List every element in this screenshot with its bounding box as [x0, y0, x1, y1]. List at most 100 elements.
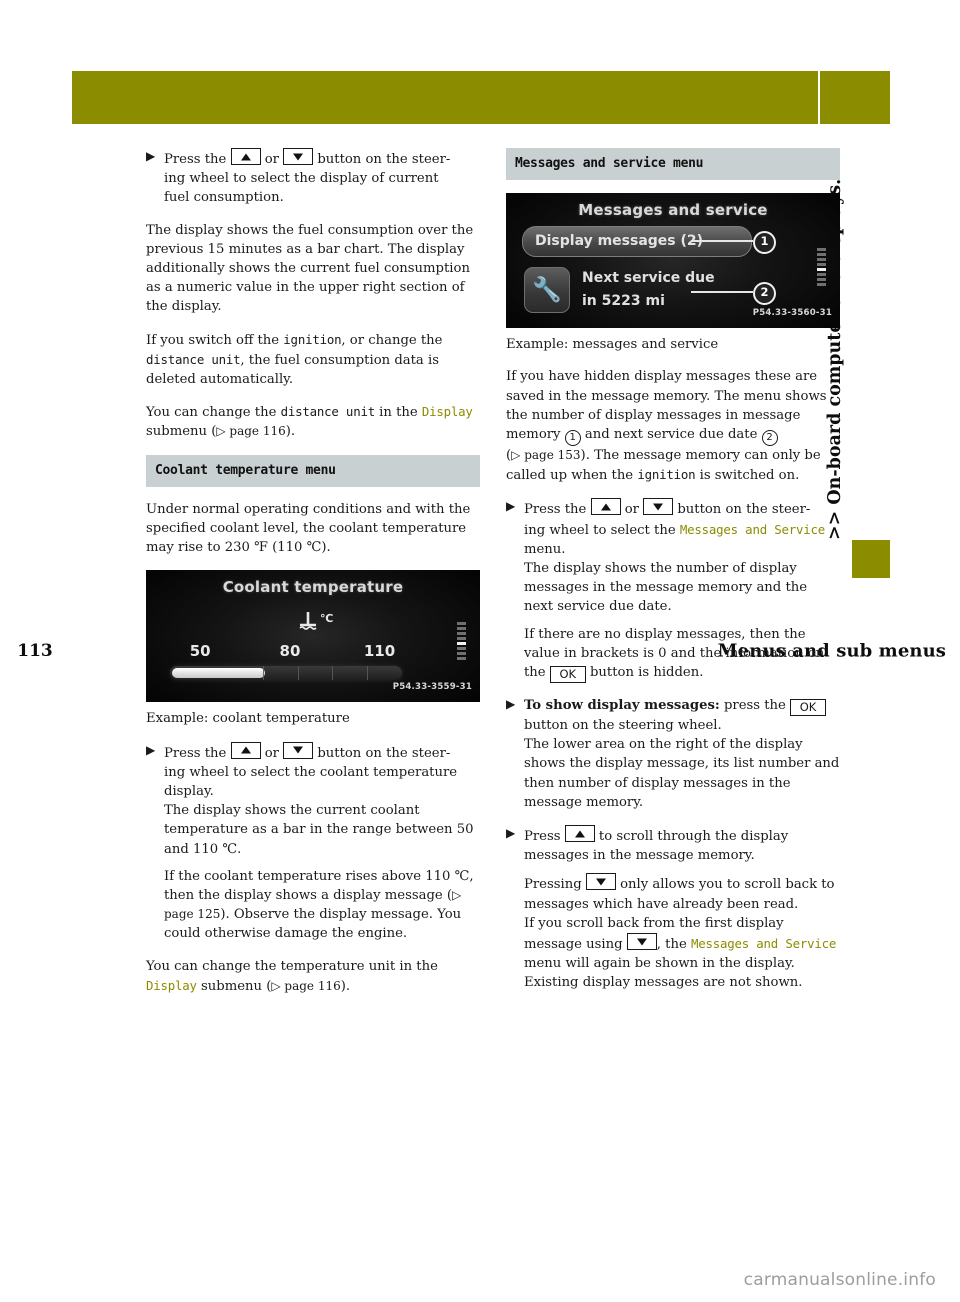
indicator-segment [817, 248, 826, 252]
page-number: 113 [17, 641, 53, 661]
indicator-segment [457, 637, 466, 641]
step-text-part1: press the [719, 698, 791, 714]
text-fragment: in the [374, 405, 422, 421]
indicator-segment [457, 622, 466, 626]
scale-label-50: 50 [189, 642, 211, 661]
right-column: Messages and service menu Messages and s… [506, 148, 840, 1006]
page-reference-116-b[interactable]: ▷ page 116 [271, 979, 340, 993]
section-heading-messages: Messages and service menu [506, 148, 840, 181]
scale-label-80: 80 [279, 642, 301, 661]
page-reference-153[interactable]: ▷ page 153 [511, 448, 580, 462]
indicator-segment [457, 647, 466, 651]
highlight-messages-and-service-2: Messages and Service [690, 936, 837, 952]
highlight-messages-and-service: Messages and Service [679, 521, 826, 537]
mono-ignition-2: ignition [637, 467, 696, 483]
indicator-segment [817, 283, 826, 287]
indicator-segment-active [817, 268, 826, 272]
step-text-line3: fuel consumption. [164, 190, 284, 206]
step-substep-lower-area: The lower area on the right of the displ… [524, 737, 840, 810]
step-scroll-messages: ▶ Press to scroll through the display me… [506, 825, 840, 993]
highlight-display-submenu-2: Display [146, 977, 197, 993]
text-fragment: If the coolant temperature rises above 1… [164, 868, 474, 904]
coolant-tick [297, 666, 299, 681]
step-substep-scroll-back: If you scroll back from the first displa… [524, 914, 840, 993]
text-fragment: menu. [524, 541, 566, 557]
indicator-segment [457, 632, 466, 636]
text-fragment: , the [656, 937, 691, 953]
step-substep-overheat: If the coolant temperature rises above 1… [164, 867, 480, 944]
left-column: ▶ Press the or button on the steer- ing … [146, 148, 480, 1009]
figure-code-coolant: P54.33-3559-31 [392, 682, 472, 693]
arrow-down-key-icon [283, 741, 314, 759]
text-fragment: You can change the temperature unit in t… [146, 958, 438, 974]
text-fragment: You can change the [146, 405, 281, 421]
paragraph-change-distance-unit: You can change the distance unit in the … [146, 402, 480, 441]
step-text-part2: button on the steer- [313, 152, 451, 167]
step-bullet-icon: ▶ [146, 149, 156, 163]
figure-coolant-title: Coolant temperature [222, 578, 404, 597]
step-fuel-consumption: ▶ Press the or button on the steer- ing … [146, 148, 480, 208]
step-bullet-icon: ▶ [506, 826, 516, 841]
coolant-tick [332, 666, 334, 681]
step-text-part1: Press the [524, 502, 591, 518]
step-text-or: or [620, 502, 644, 518]
step-text-part1: Press the [164, 152, 231, 167]
step-text-part2: button on the steering wheel. [524, 718, 722, 734]
indicator-segment [457, 657, 466, 661]
arrow-up-key-icon [230, 741, 261, 759]
step-coolant-display: ▶ Press the or button on the steer- ing … [146, 741, 480, 944]
figure-code-messages: P54.33-3560-31 [752, 308, 832, 318]
step-substep-bar-range: The display shows the current coolant te… [164, 803, 474, 857]
step-text-or: or [260, 745, 284, 761]
paragraph-hidden-messages: If you have hidden display messages thes… [506, 367, 840, 485]
arrow-up-key-icon [590, 498, 621, 516]
arrow-up-key-icon [230, 148, 261, 165]
display-messages-label: Display messages (2) [535, 233, 704, 250]
caption-messages: Example: messages and service [506, 337, 719, 353]
indicator-segment [817, 263, 826, 267]
page-reference-116[interactable]: ▷ page 116 [216, 424, 285, 438]
coolant-scale-labels: 50 80 110 [168, 642, 440, 661]
text-fragment: ). [285, 424, 296, 440]
arrow-up-key-icon [564, 825, 595, 843]
paragraph-coolant-normal: Under normal operating conditions and wi… [146, 501, 471, 556]
mono-distance-unit: distance unit [146, 351, 241, 367]
step-substep-no-messages: If there are no display messages, then t… [524, 625, 840, 684]
step-bullet-icon: ▶ [506, 697, 516, 712]
step-lead-bold: To show display messages: [524, 698, 720, 714]
text-fragment: Pressing [524, 877, 586, 893]
text-fragment: submenu ( [196, 978, 272, 994]
arrow-down-key-icon [626, 933, 657, 951]
text-fragment: If you switch off the [146, 332, 284, 348]
figure-coolant-temperature: Coolant temperature ℃ 50 80 110 P54.33-3… [146, 570, 480, 703]
callout-leader-line [691, 291, 753, 293]
paragraph-ignition-delete: If you switch off the ignition, or chang… [146, 330, 480, 390]
wrench-icon: 🔧 [532, 275, 562, 304]
coolant-tick [262, 666, 264, 681]
page-number-box [820, 71, 890, 124]
indicator-segment [817, 258, 826, 262]
step-show-display-messages: ▶ To show display messages: press the OK… [506, 696, 840, 812]
coolant-tick [367, 666, 369, 681]
text-fragment: submenu ( [146, 424, 217, 440]
step-text-part2: button on the steer- [673, 502, 811, 518]
coolant-scroll-indicator [457, 622, 466, 662]
arrow-down-key-icon [585, 873, 616, 891]
step-text-part1: Press [524, 829, 565, 845]
step-text-part2: button on the steer- [313, 745, 451, 761]
chapter-side-tab: >> On-board computer and displays. [825, 140, 879, 540]
mono-ignition: ignition [283, 331, 342, 347]
caption-coolant: Example: coolant temperature [146, 711, 350, 727]
inline-callout-2: 2 [761, 430, 778, 447]
indicator-segment [817, 253, 826, 257]
step-select-messages-menu: ▶ Press the or button on the steer- ing … [506, 498, 840, 684]
paragraph-fuel-display: The display shows the fuel consumption o… [146, 222, 474, 315]
step-text-line3: display. [164, 784, 214, 800]
paragraph-change-temperature-unit: You can change the temperature unit in t… [146, 957, 480, 996]
indicator-segment [457, 627, 466, 631]
coolant-bar-track [170, 666, 402, 681]
chapter-tab-marker [852, 540, 890, 578]
messages-scroll-indicator [817, 248, 826, 288]
inline-callout-1: 1 [564, 430, 581, 447]
step-text-line2: ing wheel to select the display of curre… [164, 171, 439, 187]
